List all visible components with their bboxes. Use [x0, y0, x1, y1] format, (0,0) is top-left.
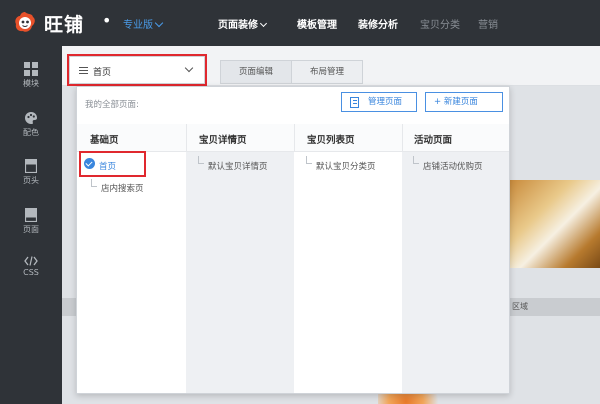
palette-icon	[25, 112, 37, 124]
sidebar-item-css[interactable]: CSS	[0, 256, 62, 277]
manage-pages-button[interactable]: 管理页面	[341, 92, 417, 112]
chevron-down-icon	[154, 18, 164, 28]
logo-text: 旺铺	[44, 14, 85, 36]
sidebar-item-label: 页头	[23, 176, 39, 185]
column-header: 基础页	[90, 135, 119, 146]
page-header-icon	[25, 159, 37, 173]
highlight-box-page-select	[67, 54, 207, 86]
sidebar-item-label: CSS	[23, 268, 39, 277]
tab-page-edit[interactable]: 页面编辑	[220, 60, 292, 84]
nav-label: 页面装修	[218, 20, 258, 31]
page-item-store-search[interactable]: 店内搜索页	[101, 182, 144, 194]
nav-marketing[interactable]: 营销	[478, 16, 498, 31]
grid-icon	[24, 62, 38, 76]
tree-branch-icon	[413, 156, 419, 164]
sidebar-item-label: 配色	[23, 128, 39, 137]
column-header: 宝贝详情页	[199, 135, 247, 146]
nav-decorate-analysis[interactable]: 装修分析	[358, 16, 398, 31]
column-divider	[294, 124, 295, 152]
highlight-box-home	[79, 151, 146, 177]
column-header: 宝贝列表页	[307, 135, 355, 146]
chevron-down-icon	[259, 19, 268, 28]
column-header: 活动页面	[414, 135, 453, 146]
column-divider	[402, 124, 403, 152]
sidebar-item-page[interactable]: 页面	[0, 208, 62, 235]
left-sidebar: 模块 配色 页头 页面 CSS	[0, 46, 62, 404]
column-divider	[186, 124, 187, 152]
wangpu-logo-icon	[15, 12, 35, 32]
page-item-default-detail[interactable]: 默认宝贝详情页	[208, 160, 268, 172]
sidebar-item-label: 模块	[23, 79, 39, 88]
nav-template-manage[interactable]: 模板管理	[297, 16, 337, 31]
edition-dropdown[interactable]: 专业版	[123, 16, 164, 31]
sidebar-item-label: 页面	[23, 225, 39, 234]
top-bar: 旺铺 • 专业版 页面装修 模板管理 装修分析 宝贝分类 营销	[0, 0, 600, 46]
page-icon	[25, 208, 37, 222]
manage-pages-label: 管理页面	[368, 97, 403, 107]
tree-branch-icon	[306, 156, 312, 164]
sidebar-item-page-header[interactable]: 页头	[0, 159, 62, 186]
page-item-store-activity[interactable]: 店铺活动优购页	[423, 160, 483, 172]
new-page-button[interactable]: + 新建页面	[425, 92, 503, 112]
panel-title: 我的全部页面:	[85, 100, 139, 110]
tree-branch-icon	[198, 156, 204, 164]
list-icon	[350, 97, 359, 108]
sidebar-item-colors[interactable]: 配色	[0, 111, 62, 138]
edition-label: 专业版	[123, 20, 153, 31]
code-icon	[24, 256, 38, 266]
page-item-default-category[interactable]: 默认宝贝分类页	[316, 160, 376, 172]
tree-branch-icon	[91, 179, 97, 187]
region-label: 区域	[512, 302, 528, 311]
logo-dot: •	[102, 11, 112, 30]
banner-image	[510, 180, 600, 268]
sidebar-item-modules[interactable]: 模块	[0, 62, 62, 89]
tab-layout-manage[interactable]: 布局管理	[291, 60, 363, 84]
nav-item-category[interactable]: 宝贝分类	[420, 16, 460, 31]
nav-page-decorate[interactable]: 页面装修	[218, 16, 268, 31]
